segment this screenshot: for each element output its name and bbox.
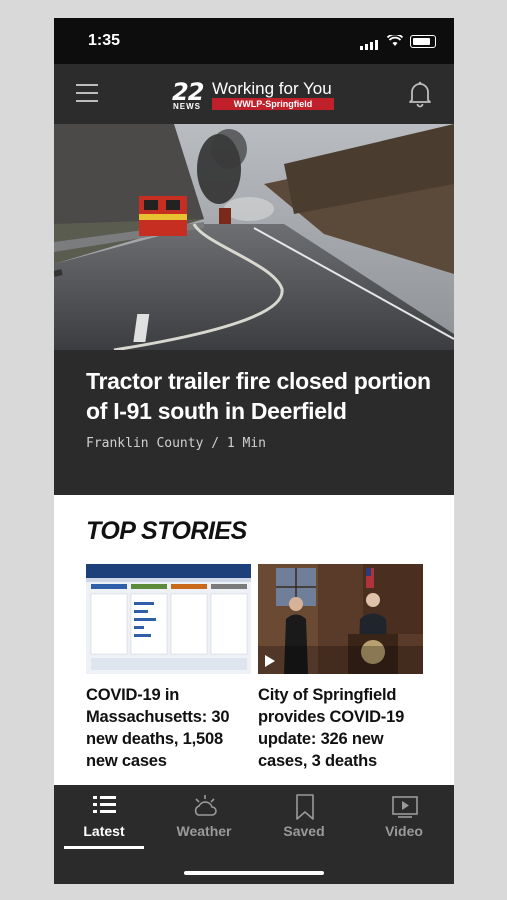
wifi-icon — [387, 35, 403, 46]
menu-icon[interactable] — [76, 84, 98, 102]
active-tab-indicator — [64, 846, 144, 849]
hero-image[interactable] — [54, 124, 454, 350]
tab-label: Saved — [283, 823, 325, 839]
battery-icon — [410, 34, 436, 48]
station-logo: 22 NEWS Working for You WWLP-Springfield — [172, 78, 342, 112]
status-bar: 1:35 — [54, 18, 454, 64]
top-stories-section: TOP STORIES COVID-19 in Massachusetts: 3… — [54, 495, 454, 785]
home-indicator[interactable] — [184, 871, 324, 875]
story-title[interactable]: COVID-19 in Massachusetts: 30 new deaths… — [86, 684, 251, 772]
logo-tagline: Working for You — [212, 79, 332, 98]
hero-headline[interactable]: Tractor trailer fire closed portion of I… — [86, 366, 431, 426]
story-card[interactable]: COVID-19 in Massachusetts: 30 new deaths… — [86, 564, 251, 772]
tab-latest[interactable]: Latest — [54, 785, 154, 855]
app-header: 22 NEWS Working for You WWLP-Springfield — [54, 64, 454, 124]
tab-video[interactable]: Video — [354, 785, 454, 855]
status-icons — [360, 32, 436, 50]
story-card[interactable]: City of Springfield provides COVID-19 up… — [258, 564, 423, 772]
bottom-tab-bar: Latest Weather Saved Video — [54, 785, 454, 884]
tab-label: Video — [385, 823, 423, 839]
status-time: 1:35 — [88, 32, 121, 49]
story-title[interactable]: City of Springfield provides COVID-19 up… — [258, 684, 423, 772]
logo-station: WWLP-Springfield — [212, 98, 334, 110]
bell-icon[interactable] — [408, 80, 432, 108]
story-thumbnail[interactable] — [86, 564, 251, 674]
signal-icon — [360, 32, 380, 50]
video-icon — [392, 796, 418, 818]
list-icon — [93, 796, 116, 813]
tab-label: Latest — [83, 823, 125, 839]
weather-icon — [194, 795, 217, 816]
tab-weather[interactable]: Weather — [154, 785, 254, 855]
logo-news: NEWS — [173, 102, 201, 111]
hero-story[interactable]: Tractor trailer fire closed portion of I… — [54, 350, 454, 495]
bookmark-icon — [296, 794, 314, 820]
hero-meta: Franklin County / 1 Min — [86, 436, 267, 451]
tab-label: Weather — [176, 823, 232, 839]
phone-screen: 1:35 22 NEWS Working for You WWLP-Spring… — [54, 18, 454, 884]
section-title: TOP STORIES — [86, 517, 247, 545]
tab-saved[interactable]: Saved — [254, 785, 354, 855]
play-icon — [265, 655, 275, 667]
story-thumbnail[interactable] — [258, 564, 423, 674]
